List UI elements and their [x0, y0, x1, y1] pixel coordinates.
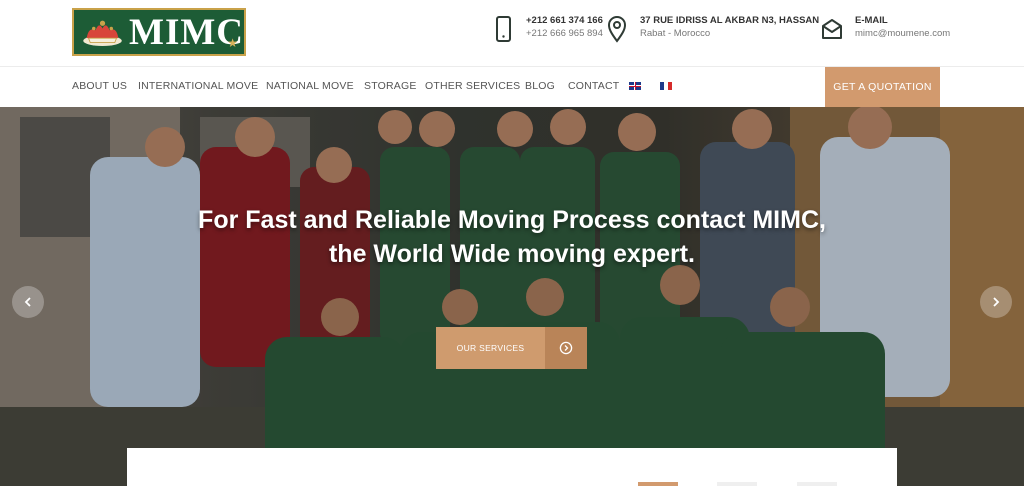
nav-item-contact[interactable]: CONTACT [568, 80, 619, 92]
nav-item-storage[interactable]: STORAGE [364, 80, 417, 92]
nav-item-other-services[interactable]: OTHER SERVICES [425, 80, 520, 92]
chevron-left-icon [24, 297, 31, 307]
contact-phone: +212 661 374 166 +212 666 965 894 [490, 14, 603, 44]
card-tab[interactable] [797, 482, 837, 486]
phone-icon [496, 16, 511, 42]
slider-next-button[interactable] [980, 286, 1012, 318]
slider-prev-button[interactable] [12, 286, 44, 318]
envelope-icon [822, 19, 842, 39]
feature-card-strip [127, 448, 897, 486]
address-street: 37 RUE IDRISS AL AKBAR N3, HASSAN [640, 15, 820, 26]
map-pin-icon [607, 16, 627, 43]
our-services-button[interactable]: OUR SERVICES [436, 327, 587, 369]
hero-headline-line2: the World Wide moving expert. [328, 240, 695, 268]
card-tab-active[interactable] [638, 482, 678, 486]
french-flag-icon[interactable] [660, 82, 672, 90]
email-heading: E-MAIL [855, 15, 888, 26]
hero-headline-line1: For Fast and Reliable Moving Process con… [198, 206, 826, 234]
nav-item-national-move[interactable]: NATIONAL MOVE [266, 80, 354, 92]
header-topbar: MIMC ★ +212 661 374 166 +212 666 965 894… [0, 0, 1024, 66]
star-icon: ★ [227, 36, 238, 50]
get-quotation-button[interactable]: GET A QUOTATION [825, 67, 940, 107]
phone-secondary[interactable]: +212 666 965 894 [526, 27, 603, 40]
nav-item-about-us[interactable]: ABOUT US [72, 80, 127, 92]
phone-primary[interactable]: +212 661 374 166 [526, 14, 603, 27]
hero-overlay [0, 107, 1024, 486]
address-city: Rabat - Morocco [640, 28, 711, 39]
contact-email: E-MAIL mimc@moumene.com [819, 14, 950, 44]
our-services-label: OUR SERVICES [436, 327, 545, 369]
email-address[interactable]: mimc@moumene.com [855, 27, 950, 40]
chevron-right-icon [993, 297, 1000, 307]
circle-arrow-right-icon [545, 327, 587, 369]
english-flag-icon[interactable] [629, 82, 641, 90]
nav-item-international-move[interactable]: INTERNATIONAL MOVE [138, 80, 258, 92]
hero-slider: For Fast and Reliable Moving Process con… [0, 107, 1024, 486]
card-tab[interactable] [717, 482, 757, 486]
crown-emblem-icon [83, 20, 122, 47]
hero-headline: For Fast and Reliable Moving Process con… [0, 203, 1024, 271]
nav-item-blog[interactable]: BLOG [525, 80, 555, 92]
contact-address: 37 RUE IDRISS AL AKBAR N3, HASSAN Rabat … [604, 14, 819, 44]
mimc-logo[interactable]: MIMC ★ [72, 8, 246, 56]
main-nav: ABOUT US INTERNATIONAL MOVE NATIONAL MOV… [0, 67, 1024, 107]
